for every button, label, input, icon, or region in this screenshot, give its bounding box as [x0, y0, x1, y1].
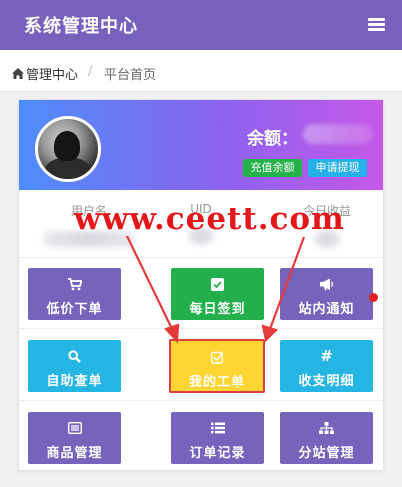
list-box-icon [28, 420, 121, 436]
menu-label: 站内通知 [298, 302, 355, 317]
stats-bar: 用户名 UID 今日收益 www.ceett.com [19, 190, 383, 258]
cart-icon [28, 276, 121, 292]
list-icon [171, 420, 264, 436]
breadcrumb-current: 平台首页 [104, 68, 157, 83]
sitemap-icon [280, 420, 373, 436]
search-icon [28, 348, 121, 364]
menu-site-notice[interactable]: 站内通知 [280, 268, 378, 320]
menu-label: 低价下单 [46, 302, 103, 317]
recharge-button[interactable]: 充值余额 [243, 159, 302, 177]
breadcrumb: 管理中心 / 平台首页 [0, 50, 402, 92]
breadcrumb-separator: / [88, 64, 93, 79]
checkbox-icon [171, 276, 264, 292]
menu-label: 订单记录 [189, 446, 246, 461]
menu-row: 商品管理 订单记录 分站管理 [19, 402, 383, 473]
balance-value-redacted [303, 124, 373, 144]
menu-order-records[interactable]: 订单记录 [171, 412, 264, 464]
menu-product-manage[interactable]: 商品管理 [28, 412, 121, 464]
edit-check-icon [171, 349, 263, 365]
balance-label: 余额： [247, 129, 298, 149]
breadcrumb-home-label: 管理中心 [26, 68, 79, 83]
menu-daily-checkin[interactable]: 每日签到 [171, 268, 264, 320]
avatar[interactable] [35, 116, 101, 182]
menu-low-price-order[interactable]: 低价下单 [28, 268, 121, 320]
menu-self-query[interactable]: 自助查单 [28, 340, 121, 392]
menu-label: 分站管理 [298, 446, 355, 461]
top-navbar: 系统管理中心 [0, 0, 402, 50]
app-title: 系统管理中心 [24, 16, 138, 37]
menu-substation-manage[interactable]: 分站管理 [280, 412, 373, 464]
menu-income-expense[interactable]: # 收支明细 [280, 340, 373, 392]
home-icon [12, 68, 24, 79]
hash-icon: # [320, 347, 333, 365]
dashboard-card: 余额： 充值余额 申请提现 用户名 UID 今日收益 www.ceett.com… [18, 99, 384, 471]
megaphone-icon [280, 276, 373, 292]
menu-label: 我的工单 [188, 375, 245, 390]
menu-my-tickets[interactable]: 我的工单 [169, 339, 265, 393]
watermark-text: www.ceett.com [74, 201, 345, 237]
profile-header: 余额： 充值余额 申请提现 [19, 100, 383, 190]
menu-row: 自助查单 我的工单 # 收支明细 [19, 330, 383, 401]
menu-row: 低价下单 每日签到 站内通知 [19, 258, 383, 329]
menu-label: 自助查单 [46, 374, 103, 389]
withdraw-button[interactable]: 申请提现 [308, 159, 367, 177]
menu-label: 商品管理 [46, 446, 103, 461]
menu-label: 收支明细 [298, 374, 355, 389]
breadcrumb-home[interactable]: 管理中心 [12, 64, 78, 83]
menu-label: 每日签到 [189, 302, 246, 317]
hamburger-menu-icon[interactable] [368, 18, 385, 32]
notification-dot [369, 293, 378, 302]
